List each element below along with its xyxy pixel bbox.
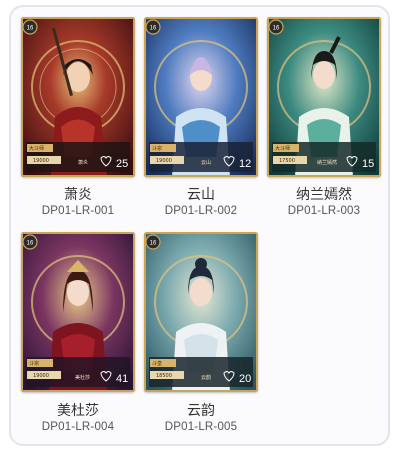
svg-text:云山: 云山 <box>201 159 211 166</box>
card-code: DP01-LR-001 <box>41 205 115 217</box>
card-name: 云山 <box>187 186 215 202</box>
svg-text:41: 41 <box>116 373 128 385</box>
card-name: 萧炎 <box>64 186 92 202</box>
svg-text:16: 16 <box>150 26 157 32</box>
svg-text:纳兰嫣然: 纳兰嫣然 <box>317 159 337 166</box>
card-code: DP01-LR-005 <box>164 421 238 433</box>
svg-text:16: 16 <box>27 241 34 247</box>
svg-text:25: 25 <box>116 158 128 170</box>
svg-text:12: 12 <box>239 158 251 170</box>
svg-text:16: 16 <box>150 241 157 247</box>
card-name: 纳兰嫣然 <box>296 186 352 202</box>
svg-text:斗宗: 斗宗 <box>152 145 162 152</box>
svg-text:19000: 19000 <box>33 158 49 164</box>
card-name: 云韵 <box>187 402 215 418</box>
svg-text:大斗师: 大斗师 <box>29 145 44 152</box>
svg-text:萧炎: 萧炎 <box>78 159 88 166</box>
card-thumbnail[interactable]: 16 斗皇 18500 云韵 20 <box>144 232 258 392</box>
svg-text:15: 15 <box>362 158 374 170</box>
card-code: DP01-LR-003 <box>287 205 361 217</box>
svg-text:17500: 17500 <box>279 158 295 164</box>
card-thumbnail[interactable]: 16 斗宗 19000 云山 12 <box>144 17 258 177</box>
card-thumbnail[interactable]: 16 大斗师 17500 纳兰嫣然 15 <box>267 17 381 177</box>
card-thumbnail[interactable]: 16 斗宗 19000 美杜莎 41 <box>21 232 135 392</box>
card-code: DP01-LR-004 <box>41 421 115 433</box>
svg-text:16: 16 <box>27 26 34 32</box>
card-thumbnail[interactable]: 16 大斗师 19000 萧炎 25 <box>21 17 135 177</box>
svg-text:16: 16 <box>273 26 280 32</box>
svg-text:美杜莎: 美杜莎 <box>75 374 90 381</box>
card-code: DP01-LR-002 <box>164 205 238 217</box>
svg-text:大斗师: 大斗师 <box>275 145 290 152</box>
svg-text:19000: 19000 <box>156 158 172 164</box>
svg-text:云韵: 云韵 <box>201 374 211 381</box>
svg-text:斗宗: 斗宗 <box>29 360 39 367</box>
svg-text:18500: 18500 <box>156 373 172 379</box>
svg-text:20: 20 <box>239 373 251 385</box>
card-name: 美杜莎 <box>57 402 99 418</box>
svg-text:19000: 19000 <box>33 373 49 379</box>
svg-text:斗皇: 斗皇 <box>152 360 162 367</box>
